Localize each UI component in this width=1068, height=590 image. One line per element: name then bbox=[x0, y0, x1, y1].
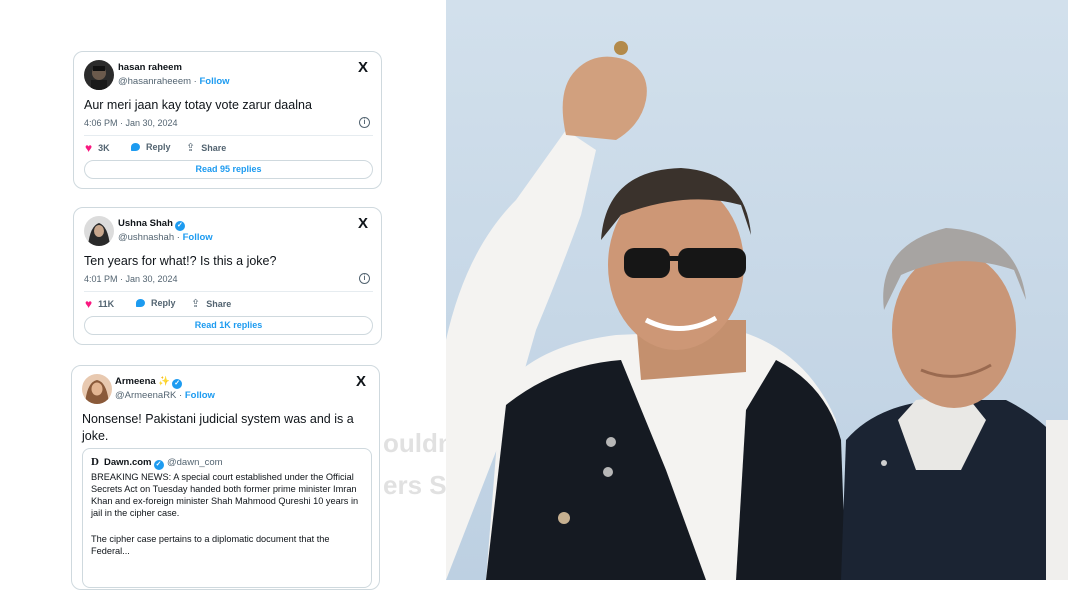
author-name-row: Ushna Shah ✓ bbox=[118, 218, 185, 231]
quote-author-name[interactable]: Dawn.com bbox=[104, 457, 152, 468]
follow-button[interactable]: Follow bbox=[185, 390, 215, 401]
divider bbox=[84, 135, 373, 136]
share-button[interactable]: ⇪ Share bbox=[191, 297, 231, 310]
author-handle[interactable]: @hasanraheeem bbox=[118, 76, 191, 87]
reply-button[interactable]: Reply bbox=[131, 142, 171, 152]
share-button[interactable]: ⇪ Share bbox=[186, 141, 226, 154]
x-logo-icon[interactable]: X bbox=[358, 216, 368, 231]
heart-icon: ♥ bbox=[85, 141, 93, 155]
verified-badge-icon: ✓ bbox=[172, 379, 183, 389]
photo-illustration bbox=[446, 0, 1068, 580]
heart-icon: ♥ bbox=[85, 297, 93, 311]
quote-author-row: Dawn.com ✓ bbox=[104, 457, 164, 470]
author-name[interactable]: Armeena bbox=[115, 376, 156, 387]
info-icon[interactable]: i bbox=[359, 273, 370, 284]
author-name[interactable]: hasan raheem bbox=[118, 62, 182, 73]
tweet-card-hasan[interactable]: hasan raheem @hasanraheeem · Follow X Au… bbox=[73, 51, 382, 189]
author-name-row: Armeena ✨ ✓ bbox=[115, 376, 183, 389]
quote-text-paragraph-2: The cipher case pertains to a diplomatic… bbox=[91, 534, 330, 557]
tweet-text: Ten years for what!? Is this a joke? bbox=[84, 254, 277, 268]
news-photo bbox=[446, 0, 1068, 580]
avatar[interactable] bbox=[84, 60, 114, 90]
x-logo-icon[interactable]: X bbox=[358, 60, 368, 75]
reply-icon bbox=[131, 143, 140, 151]
author-handle[interactable]: @ushnashah bbox=[118, 232, 174, 243]
share-icon: ⇪ bbox=[191, 298, 201, 310]
author-handle[interactable]: @ArmeenaRK bbox=[115, 390, 176, 401]
verified-badge-icon: ✓ bbox=[174, 221, 185, 231]
separator: · bbox=[193, 76, 197, 87]
avatar[interactable] bbox=[84, 216, 114, 246]
read-replies-button[interactable]: Read 95 replies bbox=[84, 160, 373, 179]
tweet-card-ushna[interactable]: Ushna Shah ✓ @ushnashah · Follow X Ten ye… bbox=[73, 207, 382, 345]
tweet-text: Aur meri jaan kay totay vote zarur daaln… bbox=[84, 98, 312, 112]
x-logo-icon[interactable]: X bbox=[356, 374, 366, 389]
dawn-logo-icon: D bbox=[91, 456, 99, 468]
separator: · bbox=[176, 232, 180, 243]
like-button[interactable]: ♥ 11K bbox=[85, 297, 114, 311]
reply-label: Reply bbox=[151, 298, 176, 308]
follow-button[interactable]: Follow bbox=[183, 232, 213, 243]
background-watermark-text: ers S bbox=[383, 470, 447, 500]
quoted-tweet[interactable]: D Dawn.com ✓ @dawn_com BREAKING NEWS: A s… bbox=[82, 448, 372, 588]
share-icon: ⇪ bbox=[186, 142, 196, 154]
quote-text-paragraph-1: BREAKING NEWS: A special court establish… bbox=[91, 472, 359, 519]
verified-badge-icon: ✓ bbox=[153, 460, 164, 470]
tweet-timestamp[interactable]: 4:06 PM · Jan 30, 2024 bbox=[84, 118, 178, 128]
quote-author-handle[interactable]: @dawn_com bbox=[167, 457, 223, 468]
reply-icon bbox=[136, 299, 145, 307]
tweet-card-armeena[interactable]: Armeena ✨ ✓ @ArmeenaRK · Follow X Nonsens… bbox=[71, 365, 380, 590]
separator: · bbox=[179, 390, 183, 401]
like-count: 11K bbox=[98, 299, 115, 309]
share-label: Share bbox=[206, 298, 232, 309]
handle-line: @hasanraheeem · Follow bbox=[118, 76, 230, 87]
info-icon[interactable]: i bbox=[359, 117, 370, 128]
tweet-timestamp[interactable]: 4:01 PM · Jan 30, 2024 bbox=[84, 274, 178, 284]
background-watermark-text: ouldn bbox=[383, 428, 454, 458]
avatar[interactable] bbox=[82, 374, 112, 404]
reply-button[interactable]: Reply bbox=[136, 298, 176, 308]
share-label: Share bbox=[201, 142, 227, 153]
like-count: 3K bbox=[98, 143, 110, 153]
tweets-panel: hasan raheem @hasanraheeem · Follow X Au… bbox=[0, 0, 454, 590]
handle-line: @ushnashah · Follow bbox=[118, 232, 213, 243]
read-replies-button[interactable]: Read 1K replies bbox=[84, 316, 373, 335]
follow-button[interactable]: Follow bbox=[199, 76, 229, 87]
sparkles-emoji: ✨ bbox=[158, 376, 171, 387]
author-name[interactable]: Ushna Shah bbox=[118, 218, 173, 229]
divider bbox=[84, 291, 373, 292]
like-button[interactable]: ♥ 3K bbox=[85, 141, 110, 155]
handle-line: @ArmeenaRK · Follow bbox=[115, 390, 215, 401]
reply-label: Reply bbox=[146, 142, 171, 152]
tweet-text: Nonsense! Pakistani judicial system was … bbox=[82, 412, 354, 443]
